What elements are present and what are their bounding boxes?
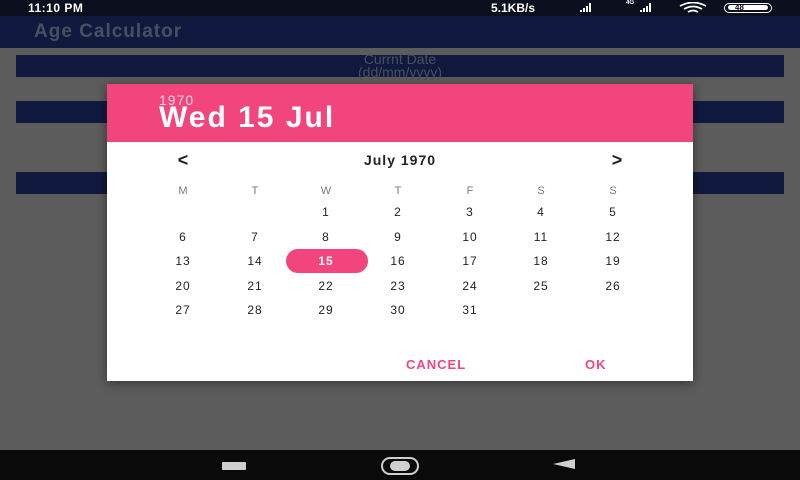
calendar-day[interactable]: 8 xyxy=(306,227,346,247)
weekday-label: T xyxy=(251,185,259,197)
next-month-button[interactable]: > xyxy=(607,150,627,171)
calendar-day[interactable]: 16 xyxy=(378,251,418,271)
date-picker-dialog: 1970 Wed 15 Jul < July 1970 > MTWTFSS 12… xyxy=(107,84,693,381)
calendar-day[interactable]: 28 xyxy=(235,300,275,320)
calendar-day[interactable]: 14 xyxy=(235,251,275,271)
calendar-day[interactable]: 11 xyxy=(521,227,561,247)
calendar-day[interactable]: 23 xyxy=(378,276,418,296)
status-time: 11:10 PM xyxy=(28,1,84,15)
calendar-day-selected[interactable]: 15 xyxy=(306,251,346,271)
calendar-day[interactable]: 21 xyxy=(235,276,275,296)
calendar-day[interactable]: 27 xyxy=(163,300,203,320)
home-icon[interactable] xyxy=(381,457,419,475)
calendar-day[interactable]: 26 xyxy=(593,276,633,296)
calendar-day[interactable]: 24 xyxy=(450,276,490,296)
calendar-day[interactable]: 2 xyxy=(378,202,418,222)
calendar-day[interactable]: 12 xyxy=(593,227,633,247)
calendar-day[interactable]: 3 xyxy=(450,202,490,222)
calendar-day[interactable]: 6 xyxy=(163,227,203,247)
calendar-day[interactable]: 10 xyxy=(450,227,490,247)
battery-fill xyxy=(728,5,768,10)
network-type-label: 4G xyxy=(626,0,635,6)
weekday-label: F xyxy=(466,185,474,197)
cancel-button[interactable]: CANCEL xyxy=(406,357,466,372)
calendar-day[interactable]: 4 xyxy=(521,202,561,222)
signal-icon xyxy=(580,3,591,12)
calendar-day[interactable]: 20 xyxy=(163,276,203,296)
calendar-day[interactable]: 13 xyxy=(163,251,203,271)
calendar-day[interactable]: 29 xyxy=(306,300,346,320)
recent-apps-icon[interactable] xyxy=(222,462,246,470)
calendar-day[interactable]: 17 xyxy=(450,251,490,271)
signal-icon-2 xyxy=(640,3,651,12)
calendar-day[interactable]: 7 xyxy=(235,227,275,247)
weekday-label: S xyxy=(609,185,617,197)
calendar-day[interactable]: 22 xyxy=(306,276,346,296)
calendar-day[interactable]: 19 xyxy=(593,251,633,271)
weekday-label: M xyxy=(178,185,188,197)
header-selected-date[interactable]: Wed 15 Jul xyxy=(159,101,335,135)
app-bar: Age Calculator xyxy=(0,16,800,48)
home-icon-inner xyxy=(390,461,410,471)
ok-button[interactable]: OK xyxy=(585,357,607,372)
calendar-day[interactable]: 18 xyxy=(521,251,561,271)
calendar-day[interactable]: 31 xyxy=(450,300,490,320)
weekday-label: S xyxy=(537,185,545,197)
navigation-bar xyxy=(0,450,800,480)
app-title: Age Calculator xyxy=(34,21,183,42)
battery-icon: 48 xyxy=(724,3,772,13)
status-bar: 11:10 PM 5.1KB/s 4G 48 xyxy=(0,0,800,16)
back-icon[interactable] xyxy=(553,459,575,469)
battery-level: 48 xyxy=(735,3,744,12)
calendar-day[interactable]: 9 xyxy=(378,227,418,247)
calendar-day[interactable]: 30 xyxy=(378,300,418,320)
date-format-label: (dd/mm/yyyy) xyxy=(358,64,442,80)
network-speed: 5.1KB/s xyxy=(491,1,536,15)
wifi-icon xyxy=(679,2,707,13)
calendar-day[interactable]: 1 xyxy=(306,202,346,222)
month-title: July 1970 xyxy=(363,152,437,168)
calendar-day[interactable]: 5 xyxy=(593,202,633,222)
weekday-label: W xyxy=(320,185,332,197)
calendar-day[interactable]: 25 xyxy=(521,276,561,296)
weekday-label: T xyxy=(394,185,402,197)
dialog-header: 1970 Wed 15 Jul xyxy=(107,84,693,142)
